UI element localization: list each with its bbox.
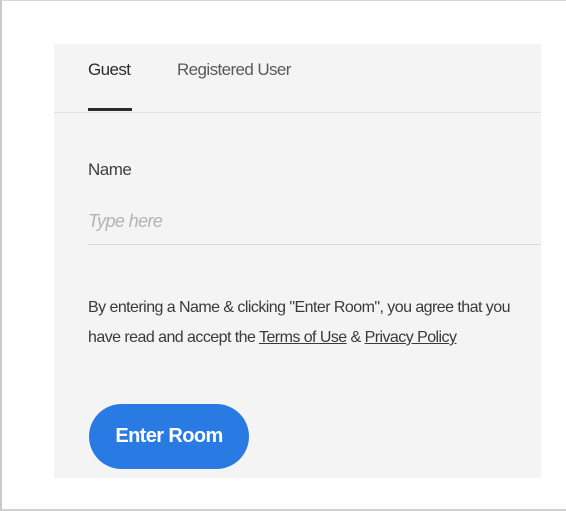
tab-guest[interactable]: Guest — [88, 60, 131, 80]
terms-of-use-link[interactable]: Terms of Use — [259, 329, 347, 346]
login-window: Guest Registered User Name By entering a… — [0, 0, 566, 511]
name-input[interactable] — [88, 199, 541, 245]
consent-separator: & — [346, 329, 365, 346]
name-label: Name — [88, 160, 132, 179]
consent-text: By entering a Name & clicking "Enter Roo… — [88, 293, 538, 353]
guest-login-panel: Guest Registered User Name By entering a… — [54, 44, 541, 478]
enter-room-button[interactable]: Enter Room — [89, 404, 249, 469]
tab-bar: Guest Registered User — [54, 44, 541, 113]
active-tab-indicator — [88, 108, 132, 111]
tab-registered-user[interactable]: Registered User — [177, 60, 291, 80]
privacy-policy-link[interactable]: Privacy Policy — [365, 329, 457, 346]
